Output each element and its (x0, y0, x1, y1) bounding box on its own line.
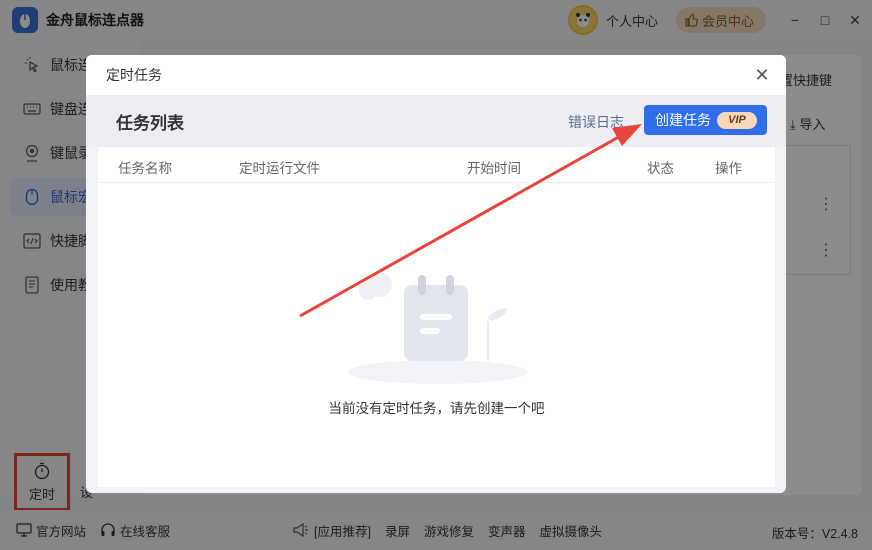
task-table: 任务名称 定时运行文件 开始时间 状态 操作 当前没有定时任务，请先创建一个吧 (98, 147, 775, 487)
column-header-task-name: 任务名称 (118, 161, 172, 176)
task-list-toolbar: 任务列表 错误日志 创建任务 VIP (86, 95, 786, 147)
task-list-title: 任务列表 (116, 113, 184, 133)
create-task-label: 创建任务 (655, 112, 711, 128)
dialog-header: 定时任务 ✕ (86, 55, 786, 95)
empty-calendar-illustration (348, 273, 528, 384)
error-log-link[interactable]: 错误日志 (568, 112, 624, 132)
close-icon[interactable]: ✕ (752, 65, 772, 85)
dialog-title: 定时任务 (106, 67, 162, 83)
column-header-run-file: 定时运行文件 (239, 161, 320, 176)
create-task-button[interactable]: 创建任务 VIP (644, 105, 767, 135)
scheduled-task-dialog: 定时任务 ✕ 任务列表 错误日志 创建任务 VIP 任务名称 定时运行文件 开始… (86, 55, 786, 493)
column-header-actions: 操作 (715, 161, 742, 176)
empty-state-message: 当前没有定时任务，请先创建一个吧 (328, 401, 545, 416)
column-header-status: 状态 (647, 161, 674, 176)
column-header-start-time: 开始时间 (467, 161, 521, 176)
table-header: 任务名称 定时运行文件 开始时间 状态 操作 (98, 147, 775, 183)
vip-badge: VIP (717, 111, 757, 129)
